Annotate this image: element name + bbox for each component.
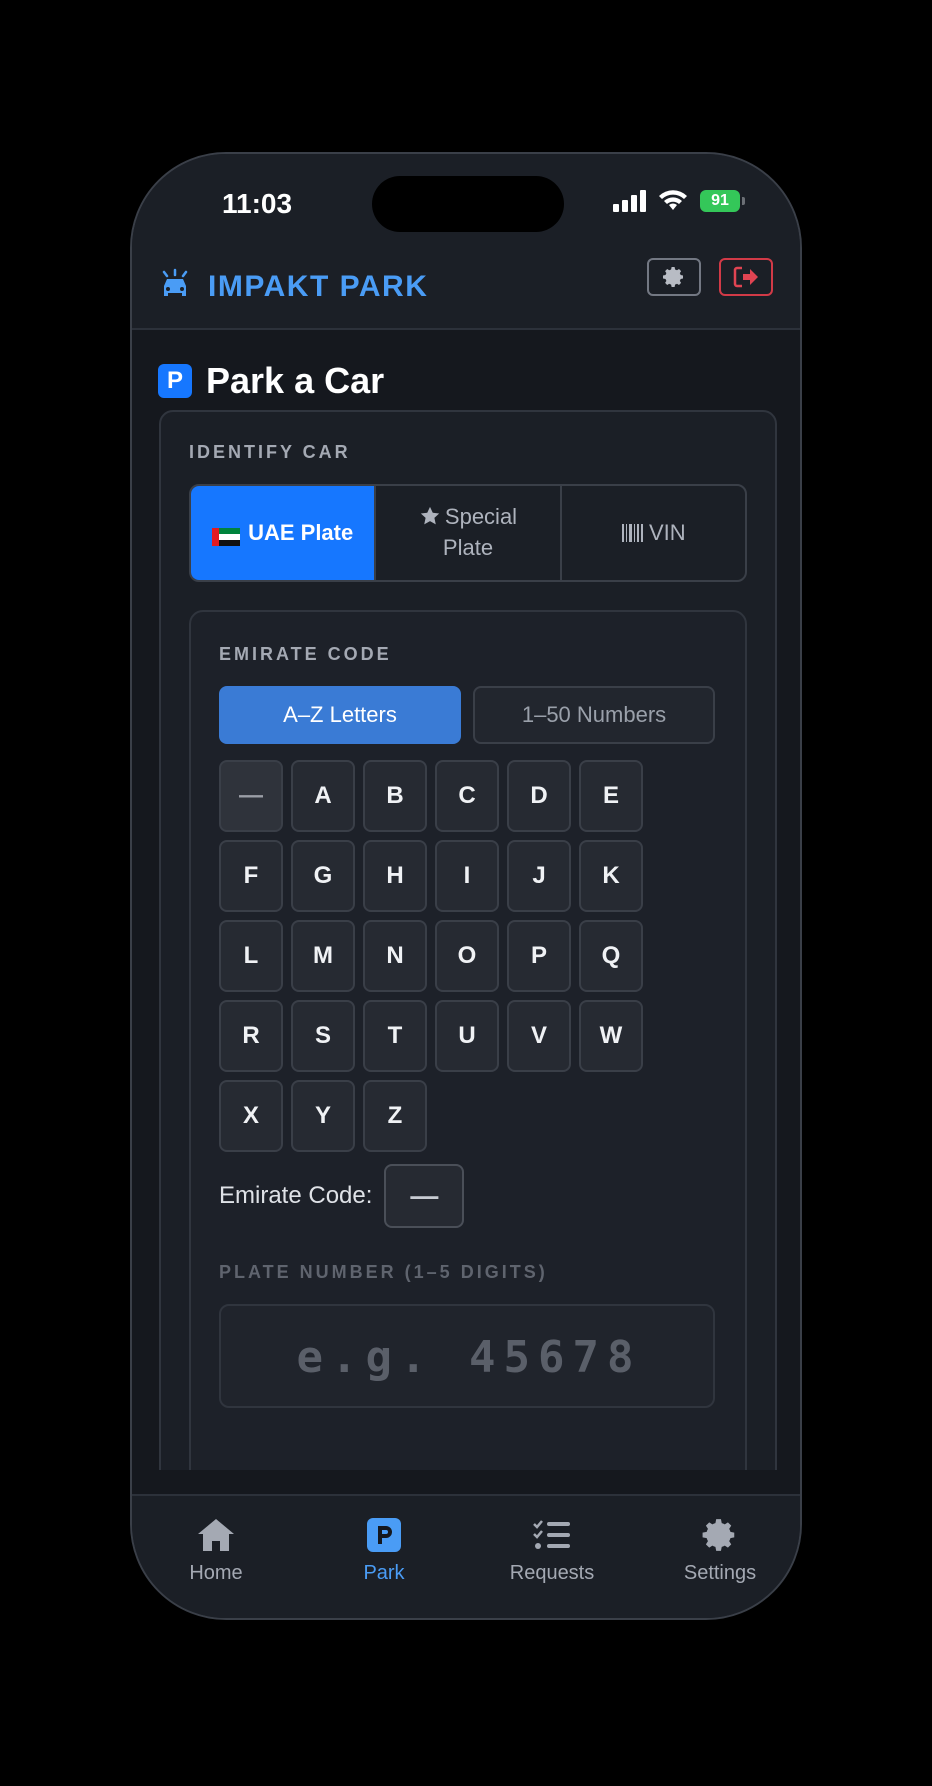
parking-icon: [363, 1514, 405, 1556]
tab-home[interactable]: Home: [132, 1514, 300, 1585]
special-plate-option[interactable]: Special Plate: [376, 486, 562, 580]
plate-number-field: [219, 1304, 717, 1408]
emirate-code-display: Emirate Code: —: [219, 1164, 465, 1228]
letter-key[interactable]: O: [435, 920, 499, 992]
uae-flag-icon: [212, 524, 241, 546]
uae-plate-option[interactable]: UAE Plate: [191, 486, 377, 580]
letter-key[interactable]: F: [219, 840, 283, 912]
logout-button[interactable]: [719, 258, 773, 296]
barcode-icon: [621, 524, 643, 542]
numbers-toggle[interactable]: 1–50 Numbers: [473, 686, 715, 744]
letter-key[interactable]: E: [579, 760, 643, 832]
header-settings-button[interactable]: [647, 258, 701, 296]
app-brand: IMPAKT PARK: [208, 270, 429, 303]
vin-label: VIN: [648, 519, 686, 545]
tab-park-label: Park: [363, 1562, 405, 1584]
identify-car-label: IDENTIFY CAR: [189, 442, 351, 462]
letter-key[interactable]: C: [435, 760, 499, 832]
tab-park[interactable]: Park: [300, 1514, 468, 1585]
status-bar: 11:03 91: [132, 154, 800, 254]
tab-requests[interactable]: Requests: [468, 1514, 636, 1585]
tab-requests-label: Requests: [509, 1562, 595, 1584]
letter-key[interactable]: I: [435, 840, 499, 912]
uae-plate-panel: EMIRATE CODE A–Z Letters 1–50 Numbers — …: [189, 610, 747, 1470]
letter-key[interactable]: B: [363, 760, 427, 832]
identify-car-selector: UAE Plate Special Plate VIN: [189, 484, 747, 582]
emirate-letter-grid: — A B C D E F G H I J K L M N O P Q R S …: [219, 760, 643, 1152]
letter-key[interactable]: R: [219, 1000, 283, 1072]
letter-key[interactable]: K: [579, 840, 643, 912]
letter-key[interactable]: L: [219, 920, 283, 992]
emirate-code-label: Emirate Code:: [219, 1182, 373, 1209]
tab-home-label: Home: [189, 1562, 243, 1584]
letter-key[interactable]: W: [579, 1000, 643, 1072]
emirate-code-value: —: [384, 1164, 465, 1228]
vin-option[interactable]: VIN: [562, 486, 745, 580]
emirate-code-heading: EMIRATE CODE: [219, 644, 392, 664]
letter-key[interactable]: J: [507, 840, 571, 912]
phone-frame: 11:03 91 IMPAKT PARK P Park a Car IDENTI…: [130, 152, 802, 1620]
letter-key[interactable]: A: [291, 760, 355, 832]
letters-toggle[interactable]: A–Z Letters: [219, 686, 461, 744]
logout-icon: [733, 266, 758, 288]
app-header: IMPAKT PARK: [132, 254, 800, 330]
parking-icon: P: [158, 364, 192, 398]
main-content: P Park a Car IDENTIFY CAR UAE Plate Spec…: [132, 330, 800, 1470]
tab-settings[interactable]: Settings: [636, 1514, 800, 1585]
letter-key[interactable]: S: [291, 1000, 355, 1072]
letter-key[interactable]: D: [507, 760, 571, 832]
letter-key[interactable]: Q: [579, 920, 643, 992]
letter-key[interactable]: U: [435, 1000, 499, 1072]
uae-plate-label: UAE Plate: [248, 519, 354, 545]
page-title: Park a Car: [206, 360, 385, 401]
letter-key[interactable]: Y: [291, 1080, 355, 1152]
car-alert-icon: [162, 268, 188, 296]
special-plate-label: Special Plate: [442, 504, 518, 560]
letter-key[interactable]: H: [363, 840, 427, 912]
letter-key[interactable]: V: [507, 1000, 571, 1072]
wifi-icon: [659, 190, 687, 210]
plate-number-label: PLATE NUMBER (1–5 DIGITS): [219, 1262, 548, 1282]
signal-icon: [613, 190, 646, 212]
bottom-tab-bar: Home Park Requests Settings: [132, 1494, 800, 1618]
battery-icon: 91: [700, 190, 745, 212]
checklist-icon: [531, 1514, 573, 1556]
gear-icon: [699, 1514, 741, 1556]
letter-key[interactable]: M: [291, 920, 355, 992]
letter-key-none[interactable]: —: [219, 760, 283, 832]
letter-key[interactable]: T: [363, 1000, 427, 1072]
tab-settings-label: Settings: [683, 1562, 757, 1584]
letter-key[interactable]: Z: [363, 1080, 427, 1152]
gear-icon: [663, 267, 683, 287]
letter-key[interactable]: G: [291, 840, 355, 912]
letter-key[interactable]: X: [219, 1080, 283, 1152]
letter-key[interactable]: N: [363, 920, 427, 992]
star-icon: [420, 507, 440, 525]
dynamic-island: [372, 176, 564, 232]
park-car-card: IDENTIFY CAR UAE Plate Special Plate VIN…: [159, 410, 777, 1470]
battery-level: 91: [711, 192, 729, 209]
status-time: 11:03: [222, 188, 293, 219]
plate-number-input[interactable]: [221, 1306, 717, 1408]
page-header: P Park a Car: [158, 360, 384, 402]
letter-key[interactable]: P: [507, 920, 571, 992]
home-icon: [195, 1514, 237, 1556]
status-icons: 91: [613, 190, 745, 212]
